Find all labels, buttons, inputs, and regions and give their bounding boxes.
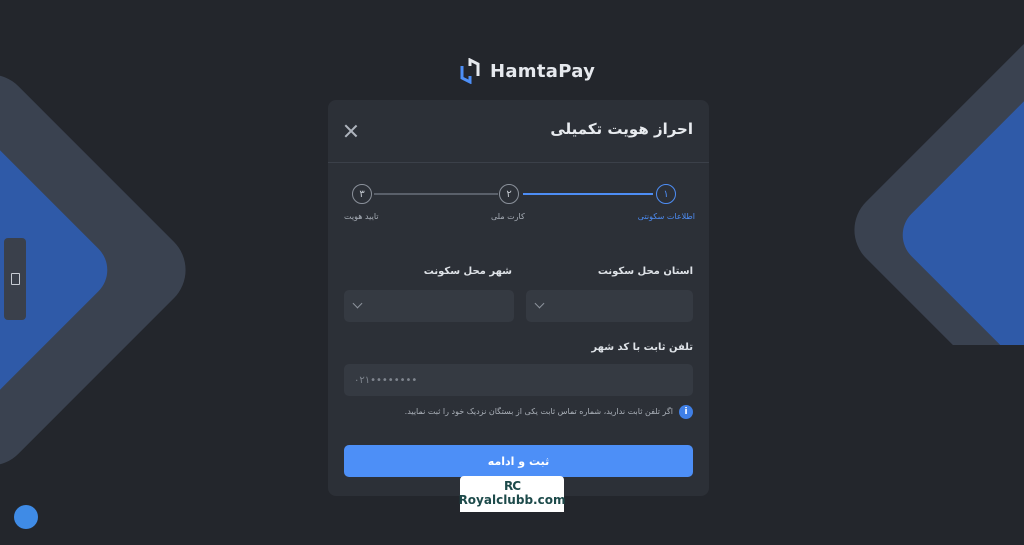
province-select[interactable] bbox=[526, 290, 693, 322]
step-1-label: اطلاعات سکونتی bbox=[637, 212, 695, 221]
modal-header: احراز هویت تکمیلی bbox=[328, 100, 709, 163]
landline-phone-input[interactable] bbox=[344, 364, 693, 396]
watermark-badge: RC Royalclubb.com bbox=[458, 476, 566, 512]
submit-continue-button[interactable]: ثبت و ادامه bbox=[344, 445, 693, 477]
brand-logo: HamtaPay bbox=[458, 58, 595, 84]
step-2-label: کارت ملی bbox=[491, 212, 525, 221]
side-support-tab[interactable] bbox=[4, 238, 26, 320]
info-hint-text: اگر تلفن ثابت ندارید، شماره تماس ثابت یک… bbox=[404, 407, 673, 416]
province-label: استان محل سکونت bbox=[597, 266, 693, 277]
brand-name: HamtaPay bbox=[490, 60, 596, 82]
modal-title: احراز هویت تکمیلی bbox=[550, 120, 693, 138]
decor-right-mask bbox=[860, 345, 1024, 545]
chat-bubble-icon[interactable] bbox=[14, 505, 38, 529]
step-3-label: تایید هویت bbox=[344, 212, 379, 221]
info-icon: i bbox=[679, 405, 693, 419]
chevron-down-icon bbox=[352, 298, 363, 309]
step-line-pending bbox=[374, 193, 498, 195]
step-line-completed bbox=[523, 193, 653, 195]
city-label: شهر محل سکونت bbox=[423, 266, 512, 277]
step-3-circle: ۳ bbox=[352, 184, 372, 204]
identity-verification-modal: احراز هویت تکمیلی ۱ ۲ ۳ اطلاعات سکونتی ک… bbox=[328, 100, 709, 496]
watermark-text: Royalclubb.com bbox=[458, 493, 566, 507]
side-tab-icon bbox=[10, 273, 20, 285]
city-select[interactable] bbox=[344, 290, 514, 322]
step-2-circle: ۲ bbox=[499, 184, 519, 204]
step-1-circle: ۱ bbox=[656, 184, 676, 204]
close-icon[interactable] bbox=[344, 124, 358, 138]
phone-label: تلفن ثابت با کد شهر bbox=[591, 342, 693, 353]
chevron-down-icon bbox=[534, 298, 545, 309]
watermark-logo: RC bbox=[503, 479, 521, 493]
hamtapay-logo-icon bbox=[460, 58, 480, 84]
